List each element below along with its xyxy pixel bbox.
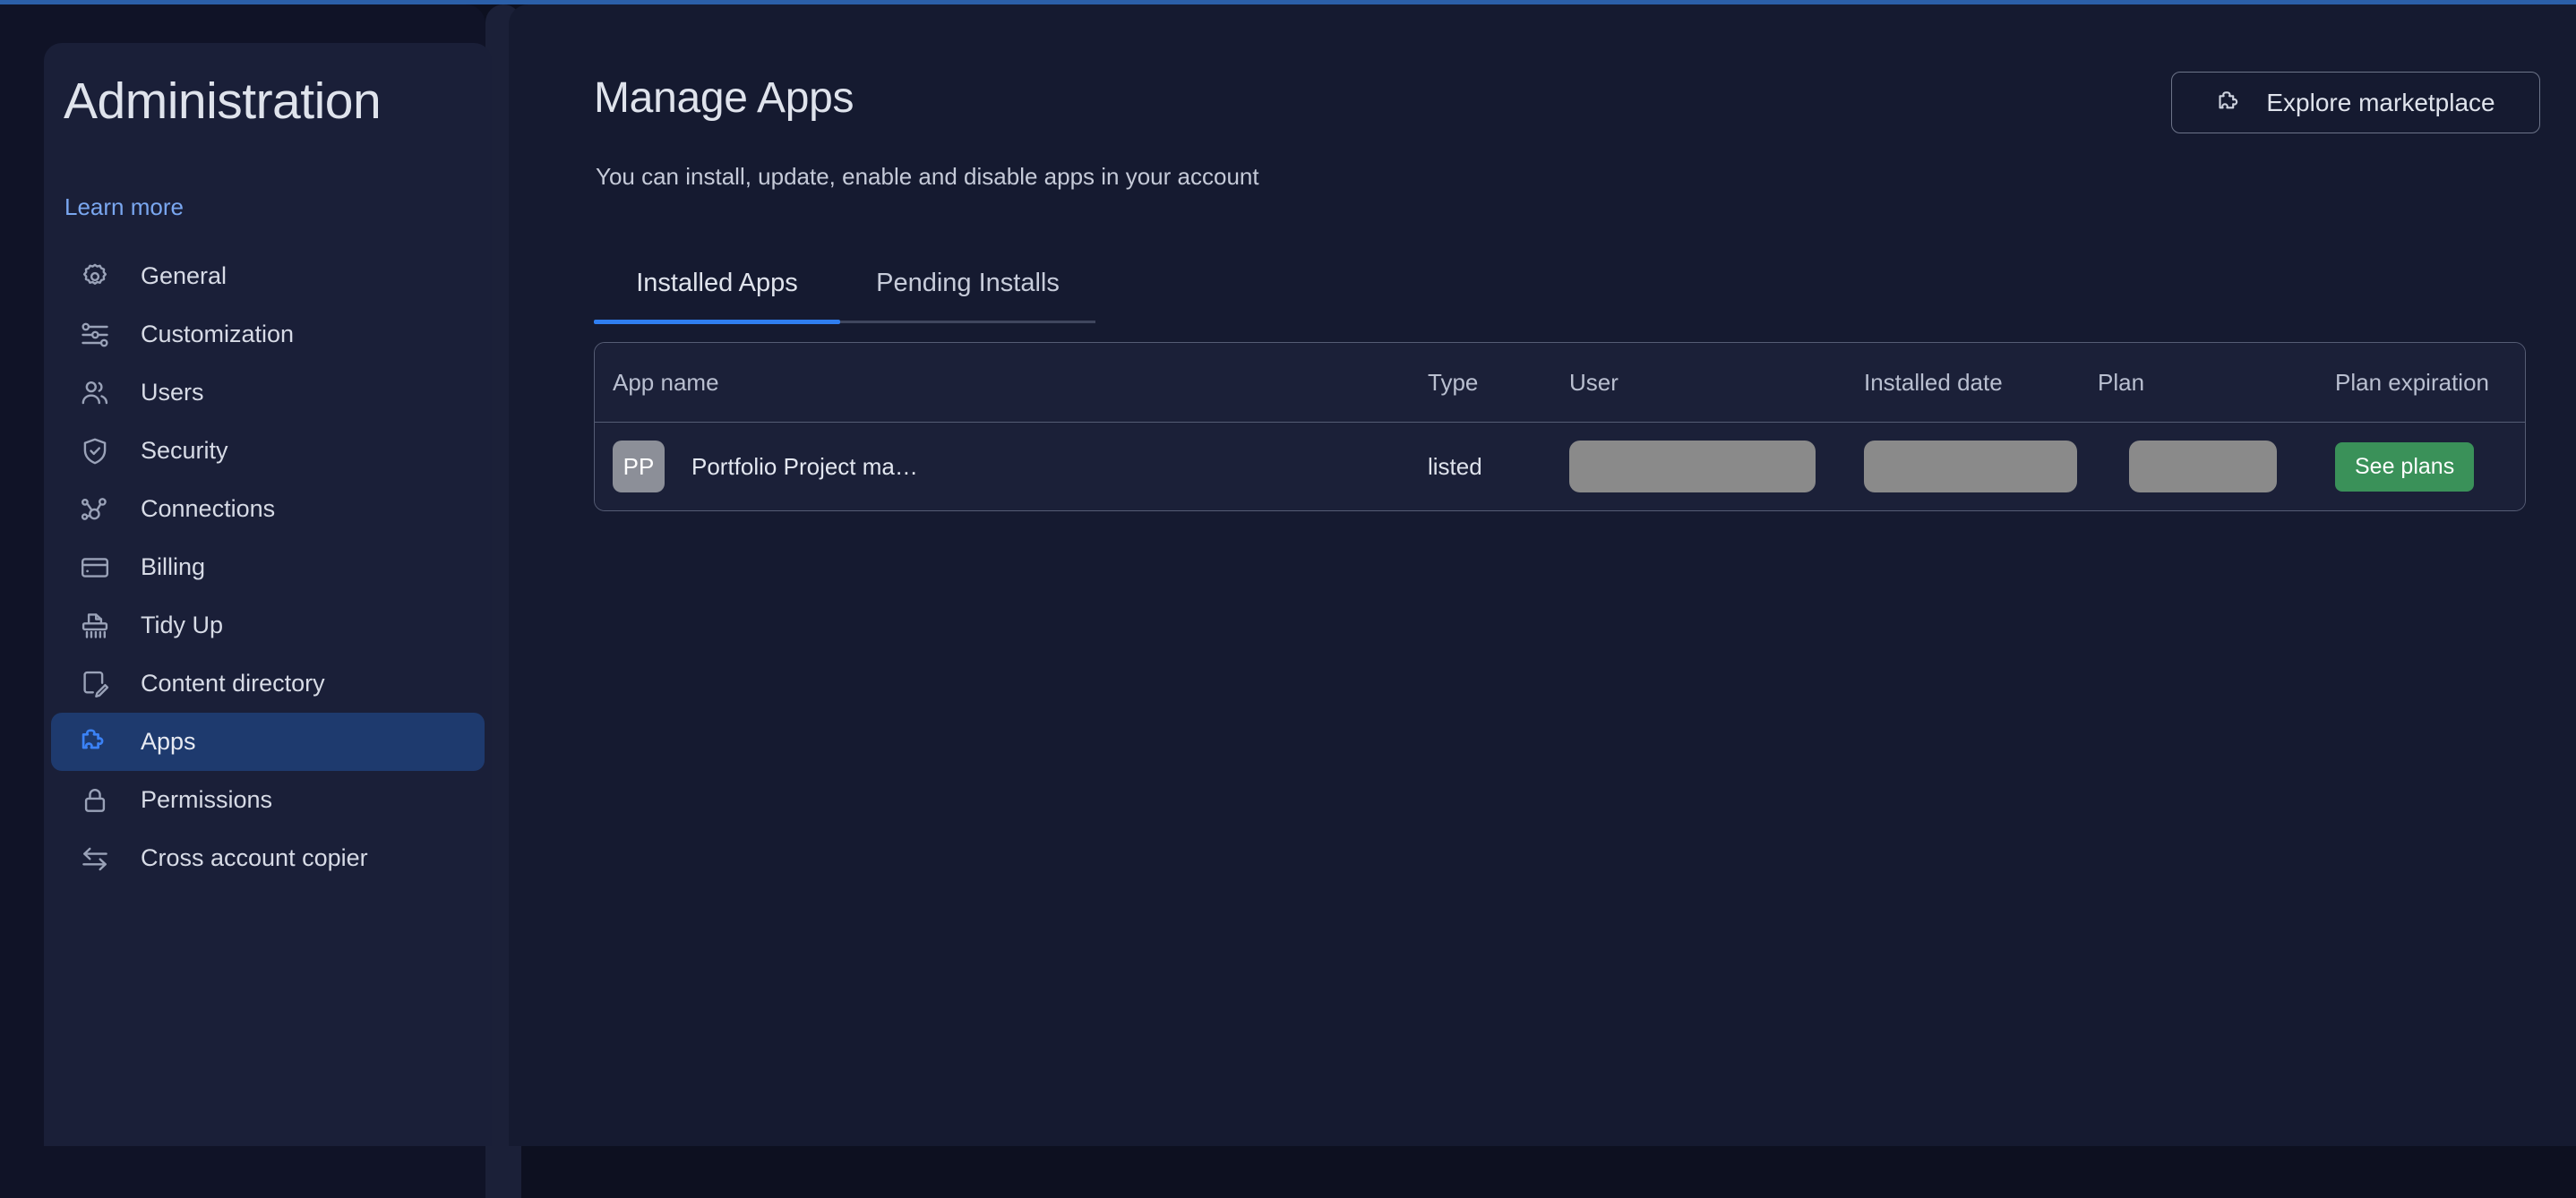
tab-pending-installs[interactable]: Pending Installs xyxy=(840,244,1095,322)
sidebar-item-connections[interactable]: Connections xyxy=(51,480,485,538)
sidebar-item-label: Security xyxy=(141,437,228,464)
cell-type: listed xyxy=(1428,452,1482,480)
users-icon xyxy=(76,374,114,412)
sidebar-item-label: General xyxy=(141,262,228,289)
sidebar-item-label: Billing xyxy=(141,553,206,580)
table-row[interactable]: PP Portfolio Project ma… listed See plan… xyxy=(595,422,2525,510)
sidebar-item-general[interactable]: General xyxy=(51,247,485,305)
sidebar-item-content-directory[interactable]: Content directory xyxy=(51,655,485,713)
redacted-plan-value xyxy=(2129,441,2277,492)
shield-check-icon xyxy=(76,432,114,470)
shredder-icon xyxy=(76,607,114,645)
sidebar-item-label: Tidy Up xyxy=(141,612,224,638)
cell-plan xyxy=(2129,423,2277,510)
installed-apps-table: App name Type User Installed date Plan P… xyxy=(594,342,2526,511)
sidebar-item-label: Apps xyxy=(141,728,196,755)
sidebar-item-billing[interactable]: Billing xyxy=(51,538,485,596)
avatar: PP xyxy=(613,441,665,492)
sidebar-item-permissions[interactable]: Permissions xyxy=(51,771,485,829)
sidebar-item-label: Customization xyxy=(141,321,295,347)
app-window: Administration Learn more General Customi… xyxy=(0,0,2576,1198)
page-title: Manage Apps xyxy=(594,74,854,122)
sidebar-item-users[interactable]: Users xyxy=(51,364,485,422)
redacted-installed-date-value xyxy=(1864,441,2077,492)
gear-icon xyxy=(76,258,114,295)
cell-installed-date xyxy=(1864,423,2077,510)
sidebar-item-label: Permissions xyxy=(141,786,273,813)
table-header-row: App name Type User Installed date Plan P… xyxy=(595,343,2525,422)
sidebar-item-customization[interactable]: Customization xyxy=(51,305,485,364)
puzzle-piece-icon xyxy=(2216,88,2246,118)
sidebar-item-apps[interactable]: Apps xyxy=(51,713,485,771)
document-edit-icon xyxy=(76,665,114,703)
column-header-plan: Plan xyxy=(2098,368,2145,396)
see-plans-button[interactable]: See plans xyxy=(2335,441,2475,492)
sidebar-item-label: Users xyxy=(141,379,204,406)
column-header-installed-date: Installed date xyxy=(1864,368,2003,396)
column-header-user: User xyxy=(1569,368,1619,396)
tabs-bar: Installed Apps Pending Installs xyxy=(594,244,1095,326)
transfer-arrows-icon xyxy=(76,840,114,877)
page-subtitle: You can install, update, enable and disa… xyxy=(596,163,1259,190)
app-name-label: Portfolio Project ma… xyxy=(691,452,918,480)
column-header-plan-expiration: Plan expiration xyxy=(2335,368,2489,396)
credit-card-icon xyxy=(76,549,114,586)
sidebar-title: Administration xyxy=(64,73,382,130)
tab-installed-apps[interactable]: Installed Apps xyxy=(594,244,840,322)
column-header-app-name: App name xyxy=(613,368,719,396)
sidebar: Administration Learn more General Customi… xyxy=(44,43,492,1146)
sidebar-item-label: Connections xyxy=(141,495,276,522)
cell-plan-expiration: See plans xyxy=(2335,423,2475,510)
sidebar-item-security[interactable]: Security xyxy=(51,422,485,480)
sidebar-item-label: Cross account copier xyxy=(141,844,368,871)
sidebar-item-tidy-up[interactable]: Tidy Up xyxy=(51,596,485,655)
sliders-icon xyxy=(76,316,114,354)
puzzle-piece-icon xyxy=(76,723,114,761)
lock-icon xyxy=(76,782,114,819)
sidebar-item-label: Content directory xyxy=(141,670,325,697)
cell-user xyxy=(1569,423,1816,510)
explore-marketplace-button[interactable]: Explore marketplace xyxy=(2171,72,2540,133)
nodes-icon xyxy=(76,491,114,528)
cell-app-name: PP Portfolio Project ma… xyxy=(613,423,918,510)
learn-more-link[interactable]: Learn more xyxy=(64,193,184,221)
sidebar-nav-list: General Customization Users Security Connect… xyxy=(44,247,492,887)
sidebar-item-cross-account-copier[interactable]: Cross account copier xyxy=(51,829,485,887)
explore-marketplace-label: Explore marketplace xyxy=(2266,88,2495,116)
column-header-type: Type xyxy=(1428,368,1479,396)
redacted-user-value xyxy=(1569,441,1816,492)
tabs-active-indicator xyxy=(594,320,840,324)
